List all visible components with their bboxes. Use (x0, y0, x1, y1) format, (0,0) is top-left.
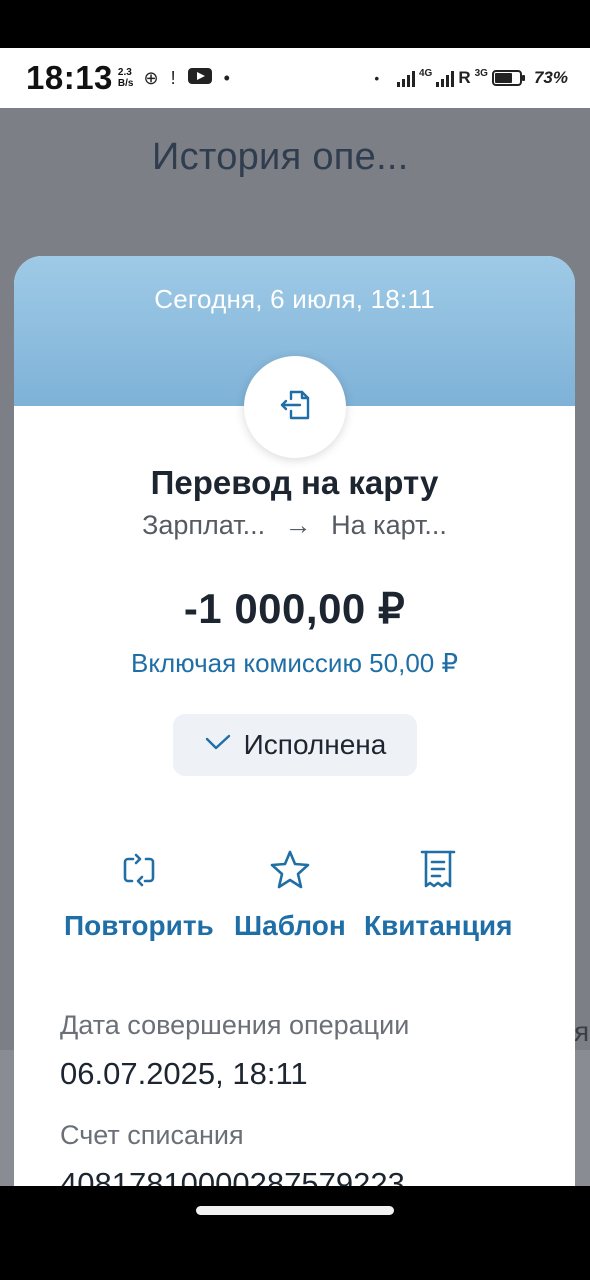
commission-text: Включая комиссию 50,00 ₽ (130, 648, 459, 678)
status-bar: 18:13 2.3 B/s ⊕ ! • • 4G R 3G 73% (0, 48, 590, 108)
network-3g-label: 3G (474, 68, 488, 79)
template-label: Шаблон (234, 910, 346, 941)
receipt-label: Квитанция (364, 910, 513, 941)
home-gesture-handle[interactable] (196, 1206, 394, 1215)
receipt-button[interactable]: Квитанция (364, 848, 512, 942)
operation-date-value: 06.07.2025, 18:11 (60, 1056, 308, 1091)
status-time: 18:13 (26, 59, 113, 96)
status-badge: Исполнена (173, 714, 417, 776)
battery-percent: 73% (533, 68, 568, 87)
dot-icon: • (223, 67, 230, 88)
notification-icons: ⊕ ! • (143, 67, 230, 90)
checkmark-icon (204, 731, 232, 759)
navigation-bar (0, 1186, 590, 1280)
arrow-right-icon: → (284, 510, 312, 540)
roaming-label: R (458, 68, 471, 87)
operation-title: Перевод на карту (150, 464, 439, 501)
page-title: История опе... (152, 136, 409, 178)
network-speed-unit: B/s (117, 78, 134, 89)
youtube-icon (187, 67, 212, 90)
network-4g-label: 4G (419, 68, 433, 79)
debit-account-label: Счет списания (60, 1120, 244, 1150)
route-to: На карт... (331, 510, 447, 540)
operation-date-label: Дата совершения операции (60, 1010, 410, 1040)
template-button[interactable]: Шаблон (234, 848, 346, 942)
vpn-globe-icon: ⊕ (143, 67, 159, 88)
operation-details-sheet: Сегодня, 6 июля, 18:11 Перевод на карту … (14, 256, 575, 1186)
operation-type-badge (244, 356, 346, 458)
transfer-out-icon (273, 383, 317, 432)
status-label: Исполнена (243, 729, 387, 760)
operation-amount: -1 000,00 ₽ (183, 585, 406, 632)
receipt-icon (416, 848, 460, 892)
network-speed: 2.3 B/s (118, 67, 134, 89)
transfer-route: Зарплат... → На карт... (14, 510, 575, 541)
dot-icon: • (374, 70, 379, 86)
star-icon (268, 848, 312, 892)
partial-text-fragment: я (574, 1016, 590, 1047)
battery-icon (491, 70, 525, 86)
operation-date-header: Сегодня, 6 июля, 18:11 (154, 284, 435, 314)
repeat-icon (117, 848, 161, 892)
alert-icon: ! (170, 67, 176, 88)
system-indicators: • 4G R 3G 73% (374, 68, 568, 88)
signal-icon (397, 69, 415, 87)
network-speed-value: 2.3 (117, 67, 132, 78)
repeat-label: Повторить (64, 910, 214, 941)
repeat-button[interactable]: Повторить (64, 848, 214, 942)
camera-cutout-bar (0, 0, 590, 48)
signal-icon (436, 69, 455, 87)
debit-account-value: 40817810000287579223 (60, 1166, 405, 1186)
route-from: Зарплат... (142, 510, 266, 540)
